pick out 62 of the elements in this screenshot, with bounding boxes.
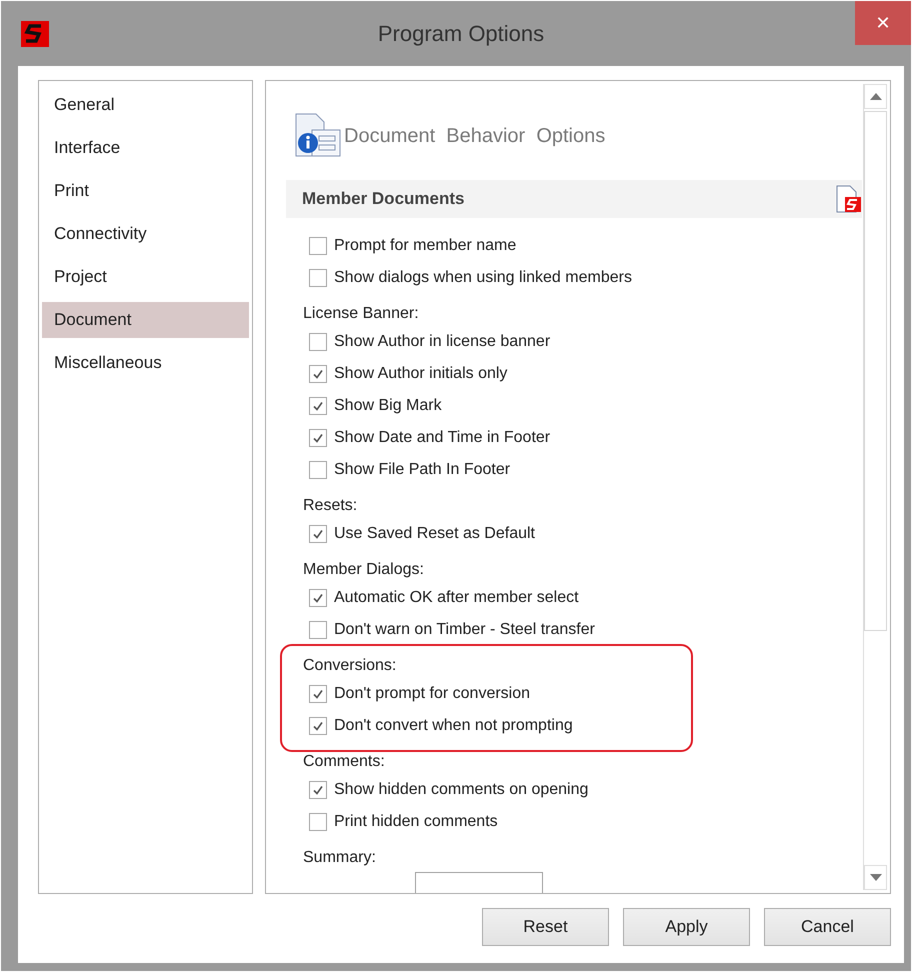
dialog-button[interactable]: Reset xyxy=(482,908,609,946)
dialog-button[interactable]: Cancel xyxy=(764,908,891,946)
checkbox[interactable] xyxy=(309,813,327,831)
dropdown-field[interactable] xyxy=(415,872,543,893)
checkbox[interactable] xyxy=(309,269,327,287)
checkbox[interactable] xyxy=(309,429,327,447)
checkbox-label: Show hidden comments on opening xyxy=(334,781,588,799)
scroll-down-button[interactable] xyxy=(864,865,887,890)
check-icon xyxy=(312,720,324,732)
checkbox-label: Show Big Mark xyxy=(334,397,442,415)
checkbox-label: Show Author initials only xyxy=(334,365,508,383)
group-label: Summary: xyxy=(303,848,376,868)
check-icon xyxy=(312,528,324,540)
checkbox-label: Automatic OK after member select xyxy=(334,589,579,607)
category-item[interactable]: Document xyxy=(42,302,249,338)
check-icon xyxy=(312,592,324,604)
checkbox-label: Show Date and Time in Footer xyxy=(334,429,550,447)
scroll-up-button[interactable] xyxy=(864,84,887,109)
page-title: Document Behavior Options xyxy=(344,124,606,148)
category-item[interactable]: Connectivity xyxy=(42,216,249,252)
close-button[interactable]: ✕ xyxy=(855,1,911,45)
checkbox-label: Show Author in license banner xyxy=(334,333,550,351)
checkbox-label: Show File Path In Footer xyxy=(334,461,510,479)
checkbox[interactable] xyxy=(309,589,327,607)
checkbox-label: Print hidden comments xyxy=(334,813,498,831)
group-label: Comments: xyxy=(303,752,385,772)
checkbox[interactable] xyxy=(309,621,327,639)
check-icon xyxy=(312,688,324,700)
checkbox[interactable] xyxy=(309,685,327,703)
app-logo-icon xyxy=(21,21,49,47)
group-label: Resets: xyxy=(303,496,358,516)
checkbox[interactable] xyxy=(309,365,327,383)
dialog-button[interactable]: Apply xyxy=(623,908,750,946)
up-arrow-icon xyxy=(870,93,882,100)
window-title: Program Options xyxy=(378,20,544,46)
group-label: License Banner: xyxy=(303,304,419,324)
checkbox[interactable] xyxy=(309,525,327,543)
checkbox[interactable] xyxy=(309,717,327,735)
category-item[interactable]: Project xyxy=(42,259,249,295)
checkbox-label: Use Saved Reset as Default xyxy=(334,525,535,543)
down-arrow-icon xyxy=(870,874,882,881)
checkbox[interactable] xyxy=(309,333,327,351)
checkbox[interactable] xyxy=(309,237,327,255)
section-title: Member Documents xyxy=(302,189,464,209)
checkbox-label: Don't prompt for conversion xyxy=(334,685,530,703)
checkbox-label: Don't warn on Timber - Steel transfer xyxy=(334,621,595,639)
category-item[interactable]: Interface xyxy=(42,130,249,166)
checkbox-label: Show dialogs when using linked members xyxy=(334,269,632,287)
category-item[interactable]: Miscellaneous xyxy=(42,345,249,381)
check-icon xyxy=(312,400,324,412)
checkbox[interactable] xyxy=(309,461,327,479)
checkbox-label: Prompt for member name xyxy=(334,237,516,255)
category-item[interactable]: General xyxy=(42,87,249,123)
checkbox[interactable] xyxy=(309,397,327,415)
group-label: Member Dialogs: xyxy=(303,560,424,580)
check-icon xyxy=(312,784,324,796)
checkbox-label: Don't convert when not prompting xyxy=(334,717,573,735)
check-icon xyxy=(312,368,324,380)
checkbox[interactable] xyxy=(309,781,327,799)
group-label: Conversions: xyxy=(303,656,396,676)
check-icon xyxy=(312,432,324,444)
category-item[interactable]: Print xyxy=(42,173,249,209)
